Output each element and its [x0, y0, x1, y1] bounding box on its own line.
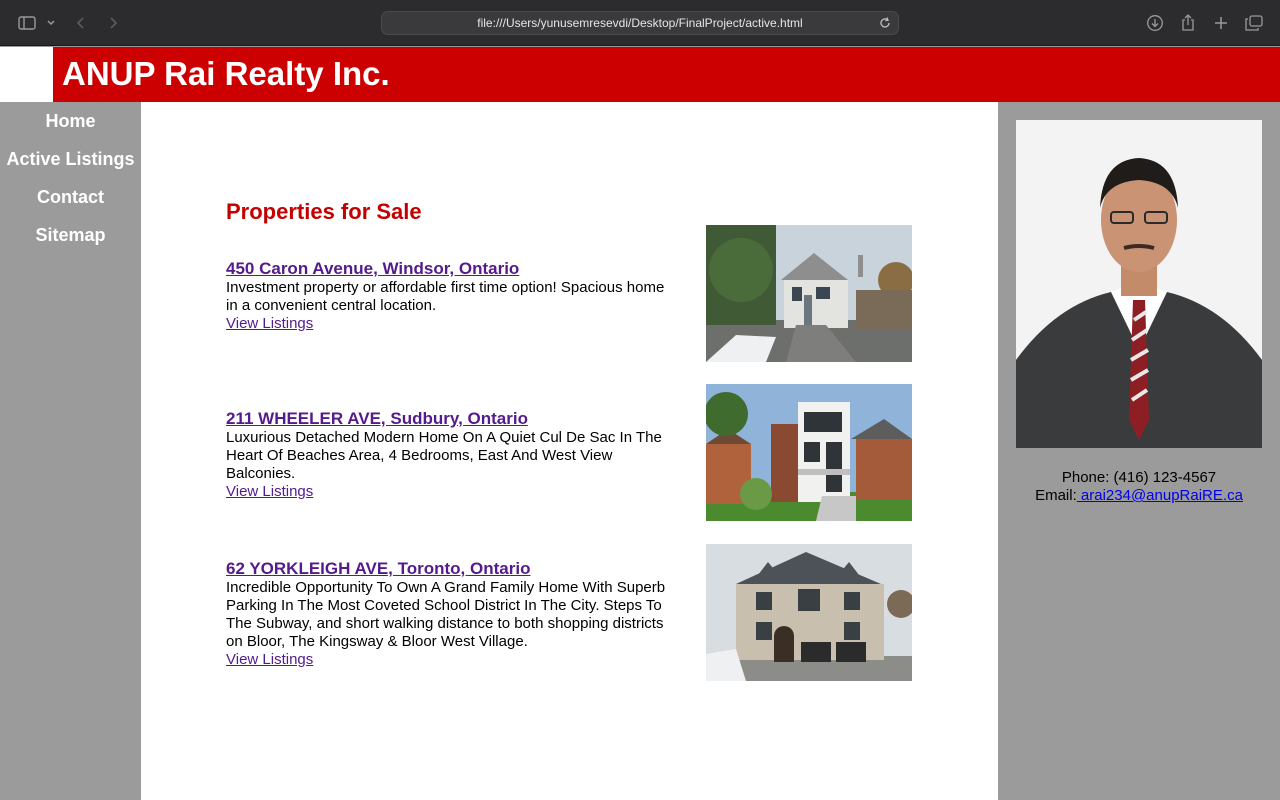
chevron-down-icon[interactable]	[41, 13, 61, 33]
view-listings-link[interactable]: View Listings	[226, 651, 671, 669]
share-icon[interactable]	[1178, 13, 1198, 33]
house-photo-1	[706, 225, 912, 362]
listing-item: 211 WHEELER AVE, Sudbury, Ontario Luxuri…	[226, 409, 671, 501]
agent-panel: Phone: (416) 123-4567 Email: arai234@anu…	[998, 102, 1280, 800]
download-icon[interactable]	[1145, 13, 1165, 33]
site-header: ANUP Rai Realty Inc.	[0, 47, 1280, 102]
browser-toolbar: file:///Users/yunusemresevdi/Desktop/Fin…	[0, 0, 1280, 46]
page-heading: Properties for Sale	[226, 199, 422, 224]
listing-title-link[interactable]: 62 YORKLEIGH AVE, Toronto, Ontario	[226, 559, 671, 579]
new-tab-icon[interactable]	[1211, 13, 1231, 33]
tab-overview-icon[interactable]	[1244, 13, 1264, 33]
view-listings-link[interactable]: View Listings	[226, 315, 671, 333]
nav-item-home[interactable]: Home	[0, 111, 141, 132]
site-title: ANUP Rai Realty Inc.	[62, 55, 390, 92]
listing-title-link[interactable]: 450 Caron Avenue, Windsor, Ontario	[226, 259, 671, 279]
house-photo-2	[706, 384, 912, 521]
listing-item: 62 YORKLEIGH AVE, Toronto, Ontario Incre…	[226, 559, 671, 669]
view-listings-link[interactable]: View Listings	[226, 483, 671, 501]
house-photo-3	[706, 544, 912, 681]
contact-info: Phone: (416) 123-4567 Email: arai234@anu…	[998, 469, 1280, 505]
nav-item-active-listings[interactable]: Active Listings	[0, 149, 141, 170]
email-link[interactable]: arai234@anupRaiRE.ca	[1077, 487, 1243, 504]
listing-title-link[interactable]: 211 WHEELER AVE, Sudbury, Ontario	[226, 409, 671, 429]
logo-placeholder	[0, 47, 53, 102]
phone-text: Phone: (416) 123-4567	[1061, 469, 1217, 486]
email-label: Email:	[1035, 487, 1077, 504]
listing-item: 450 Caron Avenue, Windsor, Ontario Inves…	[226, 259, 671, 333]
nav-item-sitemap[interactable]: Sitemap	[0, 225, 141, 246]
back-icon[interactable]	[71, 13, 91, 33]
reload-icon[interactable]	[878, 16, 892, 30]
agent-portrait	[1016, 120, 1262, 448]
main-content: Properties for Sale 450 Caron Avenue, Wi…	[141, 102, 998, 800]
url-text: file:///Users/yunusemresevdi/Desktop/Fin…	[477, 16, 803, 30]
address-bar[interactable]: file:///Users/yunusemresevdi/Desktop/Fin…	[381, 11, 899, 35]
sidebar-nav: Home Active Listings Contact Sitemap	[0, 102, 141, 800]
listing-description: Luxurious Detached Modern Home On A Quie…	[226, 429, 662, 482]
nav-item-contact[interactable]: Contact	[0, 187, 141, 208]
listing-description: Incredible Opportunity To Own A Grand Fa…	[226, 579, 666, 650]
email-row: Email: arai234@anupRaiRE.ca	[998, 487, 1280, 505]
forward-icon[interactable]	[103, 13, 123, 33]
sidebar-toggle-icon[interactable]	[17, 13, 37, 33]
listing-description: Investment property or affordable first …	[226, 279, 665, 314]
